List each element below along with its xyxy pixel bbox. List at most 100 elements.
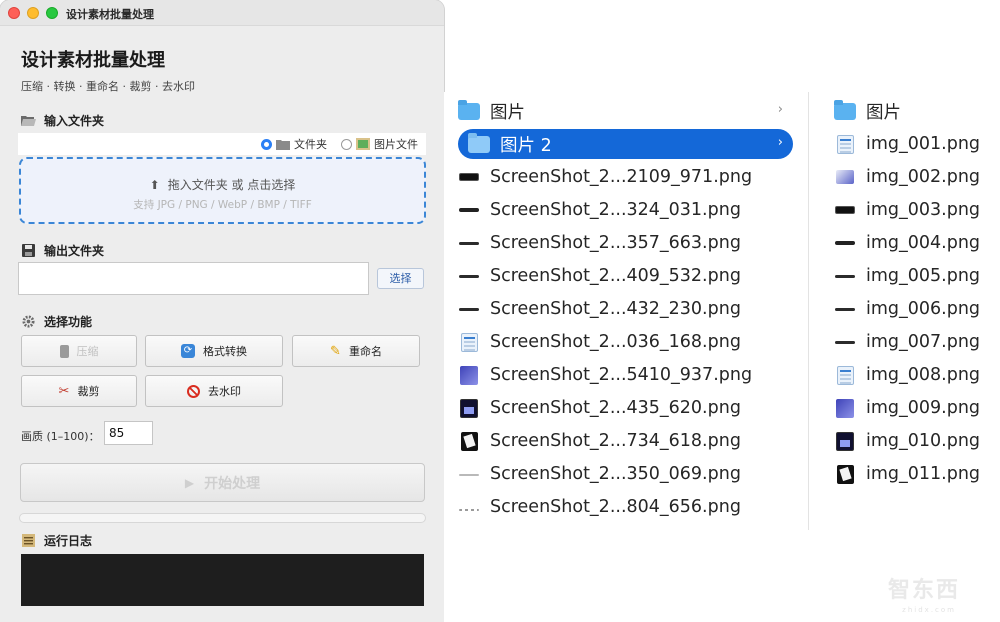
file-item[interactable]: ScreenShot_2...435_620.png [458, 393, 793, 423]
input-section-label: 输入文件夹 [44, 114, 105, 128]
file-item[interactable]: img_001.png [834, 129, 994, 159]
folder-item[interactable]: 图片 › [458, 96, 793, 126]
image-thumbnail-icon [834, 365, 856, 385]
file-item[interactable]: ScreenShot_2...734_618.png [458, 426, 793, 456]
pencil-icon: ✎ [330, 343, 341, 359]
input-mode-radio-group: 文件夹 图片文件 [18, 133, 426, 155]
minimize-window-button[interactable] [27, 7, 39, 19]
input-section-header: 输入文件夹 [21, 112, 104, 129]
function-section-header: 选择功能 [21, 313, 92, 330]
file-item[interactable]: img_010.png [834, 426, 994, 456]
item-name: ScreenShot_2...357_663.png [490, 233, 741, 253]
radio-folder-dot[interactable] [261, 138, 272, 150]
image-thumbnail-icon [834, 134, 856, 154]
window-title: 设计素材批量处理 [66, 8, 154, 21]
item-name: img_001.png [866, 134, 981, 154]
file-item[interactable]: img_008.png [834, 360, 994, 390]
image-thumbnail-icon [834, 299, 856, 319]
item-name: img_010.png [866, 431, 981, 451]
file-item[interactable]: ScreenShot_2...409_532.png [458, 261, 793, 291]
quality-input[interactable]: 85 [104, 421, 153, 445]
folder-icon [468, 133, 490, 154]
file-item[interactable]: ScreenShot_2...357_663.png [458, 228, 793, 258]
output-section-label: 输出文件夹 [44, 244, 105, 258]
log-output[interactable] [21, 554, 424, 606]
image-thumbnail-icon [834, 464, 856, 484]
function-section-label: 选择功能 [44, 315, 93, 329]
item-name: img_011.png [866, 464, 981, 484]
output-folder-field[interactable] [18, 262, 369, 295]
page-subtitle: 压缩 · 转换 · 重命名 · 裁剪 · 去水印 [21, 80, 195, 93]
folder-icon [276, 139, 290, 150]
image-thumbnail-icon [458, 497, 480, 517]
choose-output-button[interactable]: 选择 [377, 268, 424, 289]
file-item[interactable]: img_011.png [834, 459, 994, 489]
radio-image-files[interactable]: 图片文件 [341, 136, 418, 152]
radio-image-files-dot[interactable] [341, 138, 352, 150]
folder-item[interactable]: 图片 [834, 96, 994, 126]
file-item[interactable]: img_002.png [834, 162, 994, 192]
image-thumbnail-icon [458, 299, 480, 319]
file-item[interactable]: ScreenShot_2...350_069.png [458, 459, 793, 489]
image-thumbnail-icon [458, 200, 480, 220]
image-thumbnail-icon [458, 431, 480, 451]
app-content: 设计素材批量处理 压缩 · 转换 · 重命名 · 裁剪 · 去水印 输入文件夹 … [0, 26, 444, 622]
open-folder-icon [21, 116, 36, 126]
compress-button[interactable]: 压缩 [21, 335, 137, 367]
file-item[interactable]: ScreenShot_2...804_656.png [458, 492, 793, 522]
file-item[interactable]: img_007.png [834, 327, 994, 357]
item-name: ScreenShot_2...435_620.png [490, 398, 741, 418]
file-item[interactable]: img_009.png [834, 393, 994, 423]
zoom-window-button[interactable] [46, 7, 58, 19]
file-item[interactable]: img_003.png [834, 195, 994, 225]
convert-button-label: 格式转换 [203, 345, 247, 358]
file-item[interactable]: img_004.png [834, 228, 994, 258]
file-item[interactable]: ScreenShot_2...2109_971.png [458, 162, 793, 192]
folder-icon [458, 100, 480, 121]
drop-zone-text-row: ⬆ 拖入文件夹 或 点击选择 [21, 176, 424, 193]
start-processing-button[interactable]: ▶ 开始处理 [20, 463, 425, 502]
folder-icon [834, 100, 856, 121]
no-entry-icon [187, 384, 200, 398]
close-window-button[interactable] [8, 7, 20, 19]
image-thumbnail-icon [458, 365, 480, 385]
file-item[interactable]: img_006.png [834, 294, 994, 324]
crop-button-label: 裁剪 [77, 385, 100, 398]
item-name: img_004.png [866, 233, 981, 253]
item-name: img_007.png [866, 332, 981, 352]
item-name: ScreenShot_2...5410_937.png [490, 365, 753, 385]
image-thumbnail-icon [834, 233, 856, 253]
item-name: 图片 [866, 102, 901, 123]
image-thumbnail-icon [458, 167, 480, 187]
item-name: img_008.png [866, 365, 981, 385]
image-thumbnail-icon [834, 266, 856, 286]
crop-button[interactable]: ✂ 裁剪 [21, 375, 137, 407]
convert-icon: ⟳ [181, 344, 195, 358]
file-item[interactable]: ScreenShot_2...5410_937.png [458, 360, 793, 390]
file-item[interactable]: img_005.png [834, 261, 994, 291]
rename-button[interactable]: ✎ 重命名 [292, 335, 420, 367]
radio-folder[interactable]: 文件夹 [261, 136, 327, 152]
notepad-icon [22, 534, 35, 547]
image-thumbnail-icon [458, 266, 480, 286]
floppy-disk-icon [22, 244, 35, 257]
image-thumbnail-icon [458, 233, 480, 253]
file-item[interactable]: ScreenShot_2...036_168.png [458, 327, 793, 357]
column-divider[interactable] [808, 92, 809, 530]
item-name: 图片 2 [500, 135, 552, 156]
item-name: img_005.png [866, 266, 981, 286]
convert-button[interactable]: ⟳ 格式转换 [145, 335, 283, 367]
chevron-right-icon: › [777, 135, 783, 150]
drop-zone-hint: 支持 JPG / PNG / WebP / BMP / TIFF [133, 199, 312, 211]
file-item[interactable]: ScreenShot_2...324_031.png [458, 195, 793, 225]
compress-button-label: 压缩 [76, 345, 99, 358]
image-thumbnail-icon [458, 464, 480, 484]
item-name: ScreenShot_2...409_532.png [490, 266, 741, 286]
drop-zone[interactable]: ⬆ 拖入文件夹 或 点击选择 支持 JPG / PNG / WebP / BMP … [19, 157, 426, 224]
item-name: img_003.png [866, 200, 981, 220]
file-item[interactable]: ScreenShot_2...432_230.png [458, 294, 793, 324]
remove-watermark-button[interactable]: 去水印 [145, 375, 283, 407]
play-icon: ▶ [184, 475, 195, 490]
item-name: ScreenShot_2...734_618.png [490, 431, 741, 451]
folder-item[interactable]: 图片 2 › [458, 129, 793, 159]
